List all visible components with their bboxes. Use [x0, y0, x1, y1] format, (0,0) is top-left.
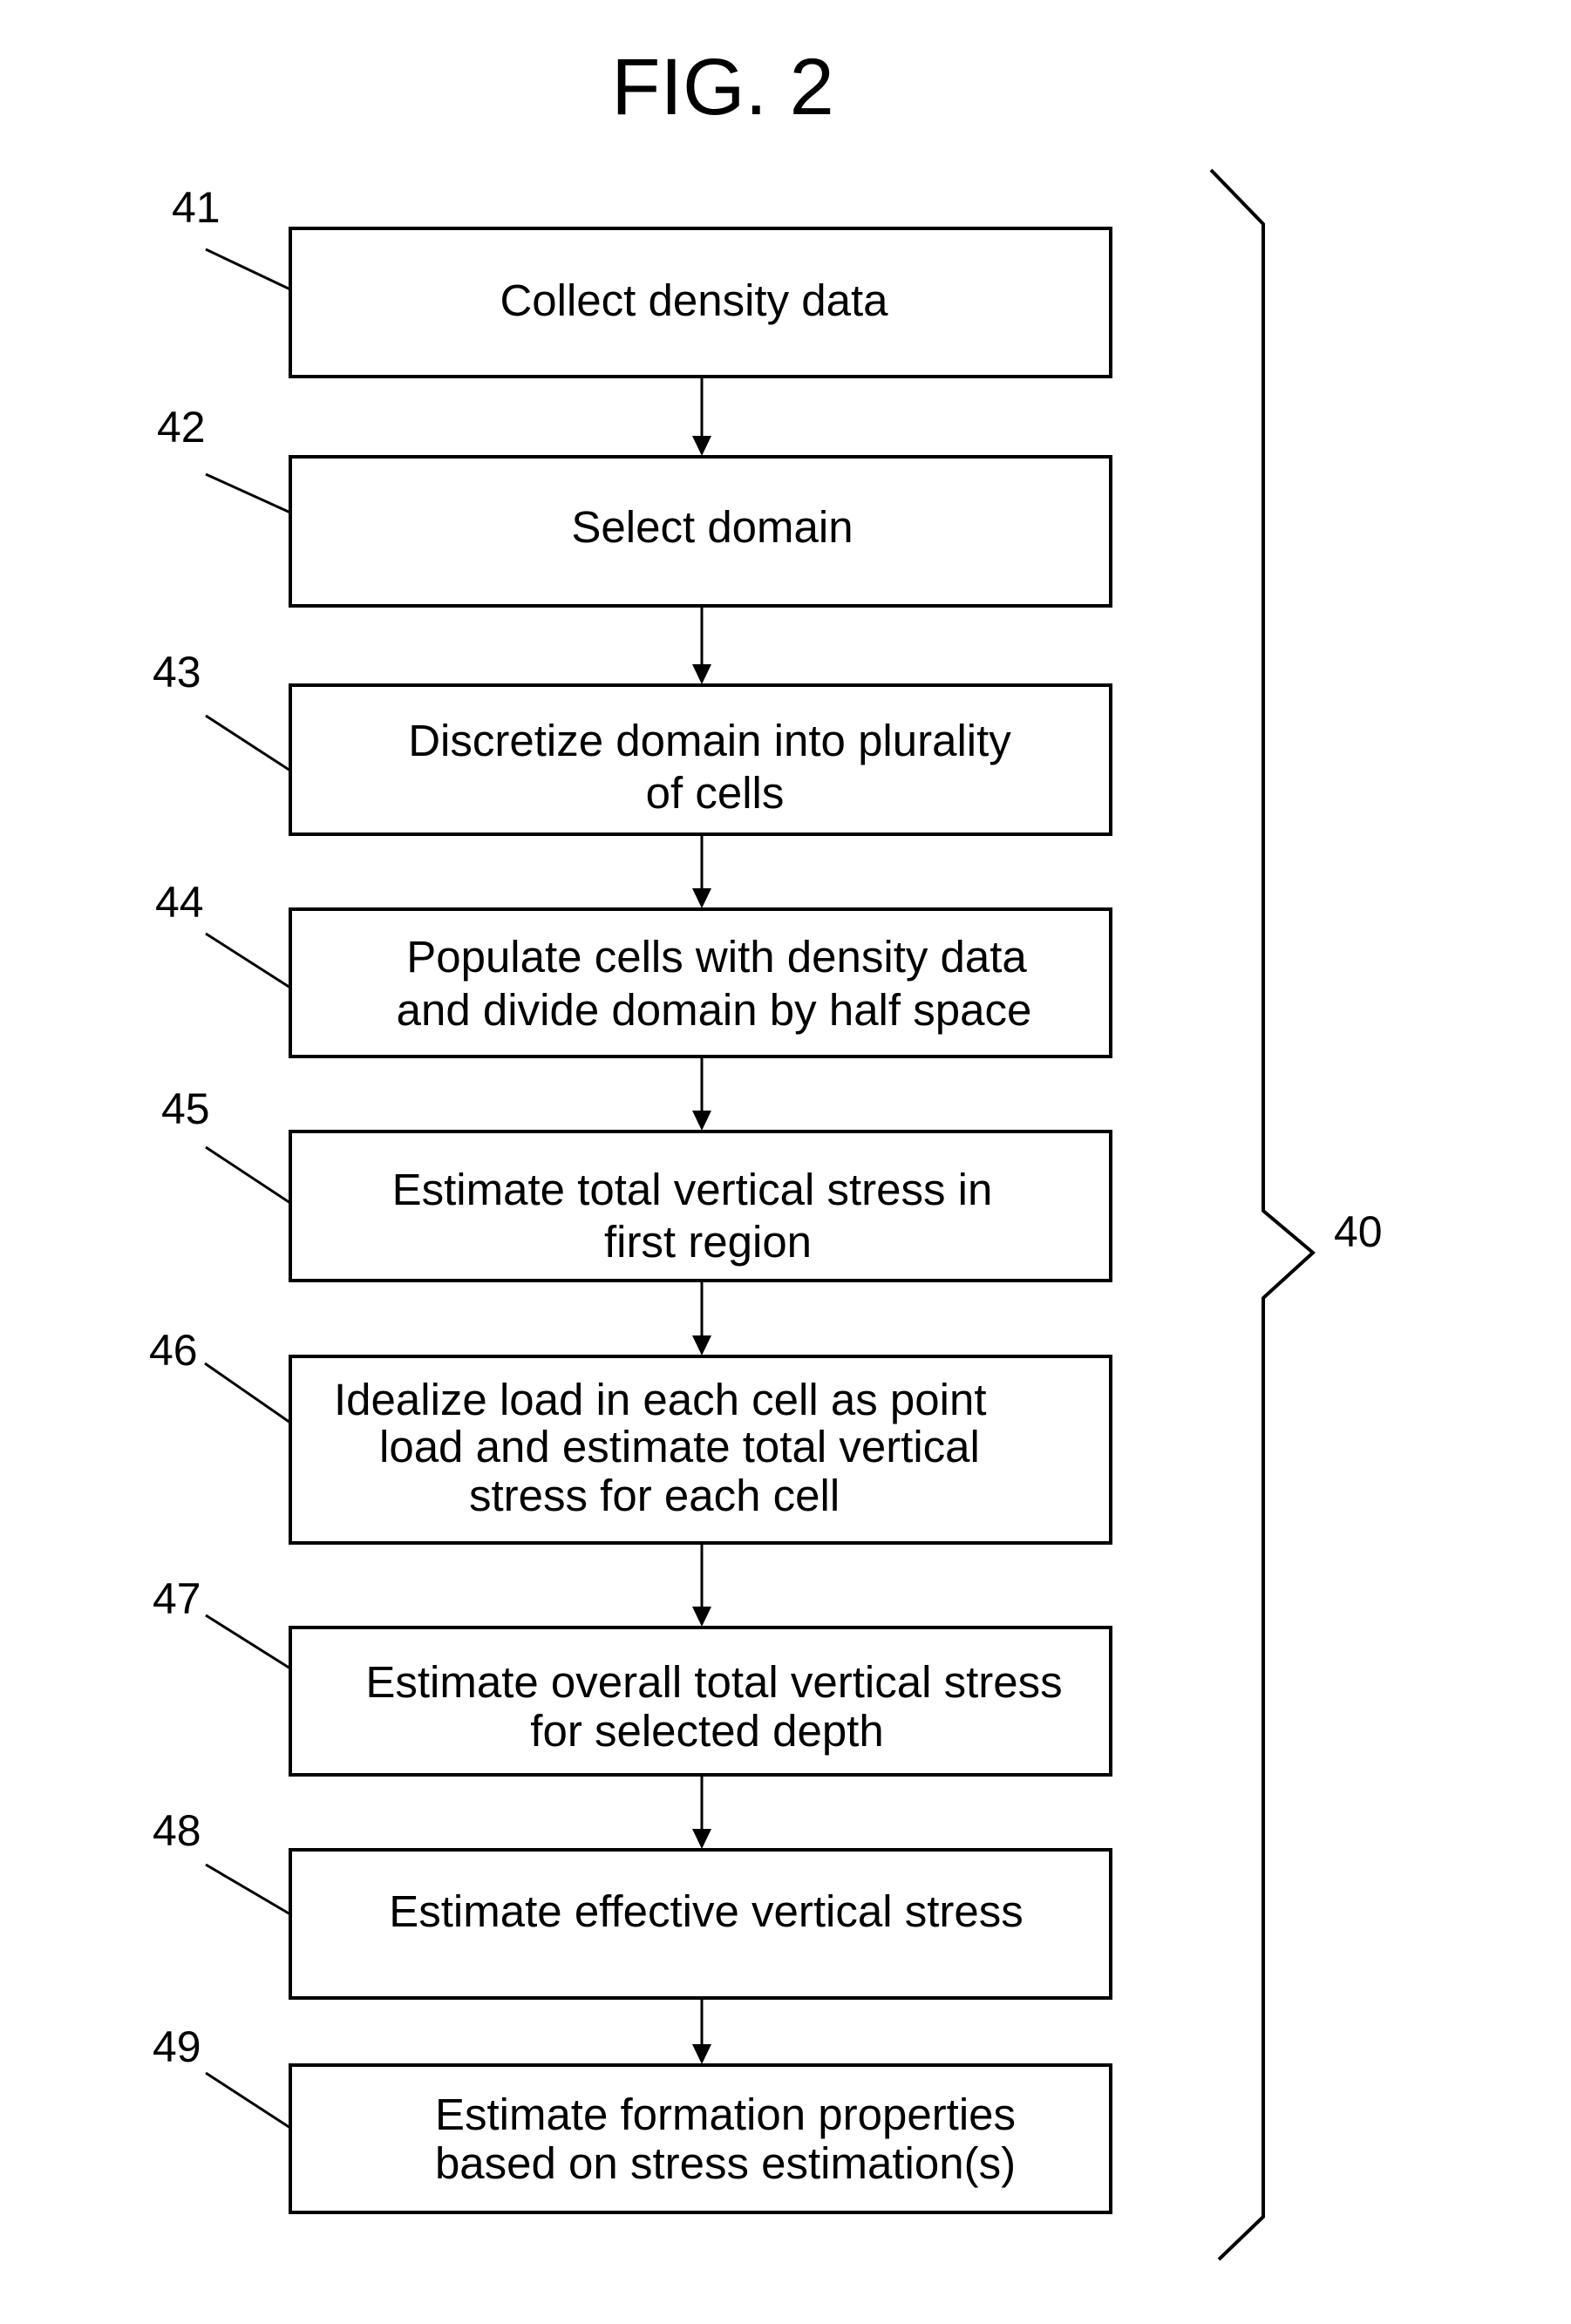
- figure-title: FIG. 2: [611, 43, 834, 132]
- step-text-line: load and estimate total vertical: [379, 1422, 980, 1471]
- flow-arrow: [692, 836, 711, 908]
- arrowhead-icon: [692, 1829, 711, 1849]
- step-ref-label: 43: [153, 648, 201, 697]
- flow-arrow: [692, 608, 711, 684]
- step-text-line: Select domain: [571, 502, 853, 552]
- step-text-line: Estimate effective vertical stress: [389, 1886, 1023, 1936]
- step-text-line: of cells: [646, 768, 785, 818]
- flow-arrow: [692, 1545, 711, 1627]
- step-text-line: Discretize domain into plurality: [408, 716, 1011, 765]
- step-41: Collect density data 41: [172, 183, 1112, 378]
- step-ref-label: 45: [161, 1084, 210, 1133]
- arrowhead-icon: [692, 888, 711, 908]
- step-text-line: Estimate total vertical stress in: [392, 1165, 993, 1214]
- step-ref-label: 42: [157, 403, 206, 452]
- leader-line: [204, 1362, 291, 1424]
- flow-arrow: [692, 1282, 711, 1356]
- step-ref-label: 44: [155, 878, 204, 927]
- leader-line: [205, 714, 291, 772]
- arrowhead-icon: [692, 436, 711, 456]
- step-text-line: Estimate overall total vertical stress: [365, 1657, 1062, 1707]
- arrowhead-icon: [692, 1335, 711, 1356]
- flow-arrow: [692, 1777, 711, 1849]
- steps: Collect density data 41 Select domain 42 Dis…: [149, 183, 1112, 2214]
- step-47: Estimate overall total vertical stressfo…: [153, 1574, 1112, 1777]
- leader-line: [205, 1614, 291, 1670]
- step-text-line: for selected depth: [530, 1706, 883, 1756]
- flow-arrow: [692, 378, 711, 456]
- step-45: Estimate total vertical stress infirst r…: [161, 1084, 1112, 1282]
- step-43: Discretize domain into pluralityof cells…: [153, 648, 1112, 836]
- arrowhead-icon: [692, 2044, 711, 2064]
- leader-line: [205, 1863, 291, 1916]
- step-text-line: Estimate formation properties: [435, 2090, 1016, 2139]
- leader-line: [205, 932, 291, 989]
- process-ref-label: 40: [1334, 1207, 1383, 1256]
- step-42: Select domain 42: [157, 403, 1112, 608]
- process-brace: [1209, 168, 1316, 2261]
- flow-arrow: [692, 2000, 711, 2064]
- step-text-line: based on stress estimation(s): [435, 2138, 1016, 2188]
- leader-line: [205, 472, 291, 514]
- step-ref-label: 41: [172, 183, 221, 232]
- arrowhead-icon: [692, 1607, 711, 1627]
- step-text-line: Populate cells with density data: [406, 932, 1027, 982]
- step-text-line: and divide domain by half space: [397, 985, 1032, 1035]
- step-text-line: first region: [604, 1217, 812, 1267]
- step-ref-label: 47: [153, 1574, 201, 1623]
- step-48: Estimate effective vertical stress 48: [153, 1806, 1112, 2000]
- step-46: Idealize load in each cell as pointload …: [149, 1326, 1112, 1545]
- leader-line: [205, 2071, 291, 2130]
- step-text-line: stress for each cell: [469, 1471, 840, 1520]
- step-ref-label: 48: [153, 1806, 201, 1855]
- step-text-line: Idealize load in each cell as point: [334, 1375, 987, 1424]
- arrowhead-icon: [692, 664, 711, 684]
- leader-line: [205, 1145, 291, 1205]
- step-ref-label: 49: [153, 2022, 201, 2071]
- leader-line: [205, 248, 291, 291]
- step-44: Populate cells with density dataand divi…: [155, 878, 1112, 1058]
- step-text-line: Collect density data: [500, 275, 888, 325]
- flowchart: FIG. 2 Collect density data 41 Select doma…: [149, 43, 1383, 2261]
- step-ref-label: 46: [149, 1326, 198, 1375]
- arrowhead-icon: [692, 1111, 711, 1131]
- step-49: Estimate formation propertiesbased on st…: [153, 2022, 1112, 2214]
- flow-arrow: [692, 1058, 711, 1131]
